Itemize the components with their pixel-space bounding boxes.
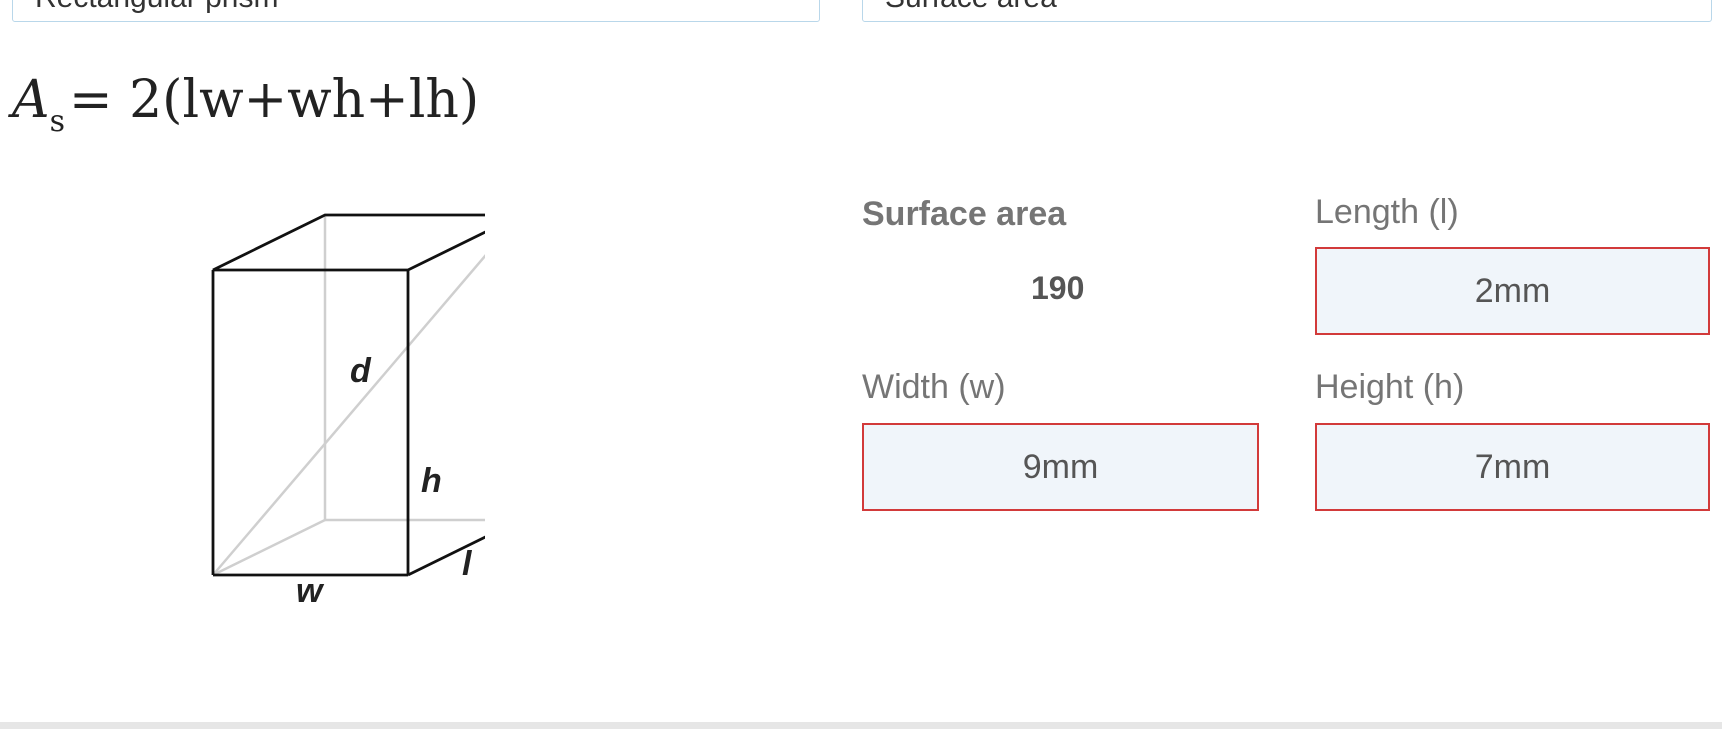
width-input[interactable]: 9mm <box>862 423 1259 511</box>
result-value: 190 <box>1031 270 1085 306</box>
length-label-text: Length (l) <box>1315 193 1459 231</box>
length-input-value: 2mm <box>1474 271 1551 310</box>
shape-select[interactable]: Rectangular prism <box>12 0 820 22</box>
height-label-text: Height (h) <box>1315 368 1465 406</box>
calculate-select-value: Surface area <box>885 0 1057 15</box>
calculate-select[interactable]: Surface area <box>862 0 1712 22</box>
result-label: Surface area <box>862 195 1067 233</box>
length-input[interactable]: 2mm <box>1315 247 1710 335</box>
height-label: h <box>421 462 442 500</box>
width-label-text: Width (w) <box>862 368 1006 406</box>
width-label: w <box>296 572 325 610</box>
height-input[interactable]: 7mm <box>1315 423 1710 511</box>
footer-divider <box>0 722 1722 729</box>
diagonal-label: d <box>350 352 372 390</box>
height-input-value: 7mm <box>1474 447 1551 486</box>
width-input-value: 9mm <box>1022 447 1099 486</box>
formula-subscript: s <box>49 104 65 139</box>
shape-select-value: Rectangular prism <box>35 0 278 15</box>
formula-symbol: A <box>12 70 50 130</box>
formula-expression: = 2(lw+wh+lh) <box>68 70 480 130</box>
formula: As= 2(lw+wh+lh) <box>12 70 479 139</box>
length-label: l <box>462 545 473 583</box>
rectangular-prism-diagram: d h w l <box>211 213 485 610</box>
